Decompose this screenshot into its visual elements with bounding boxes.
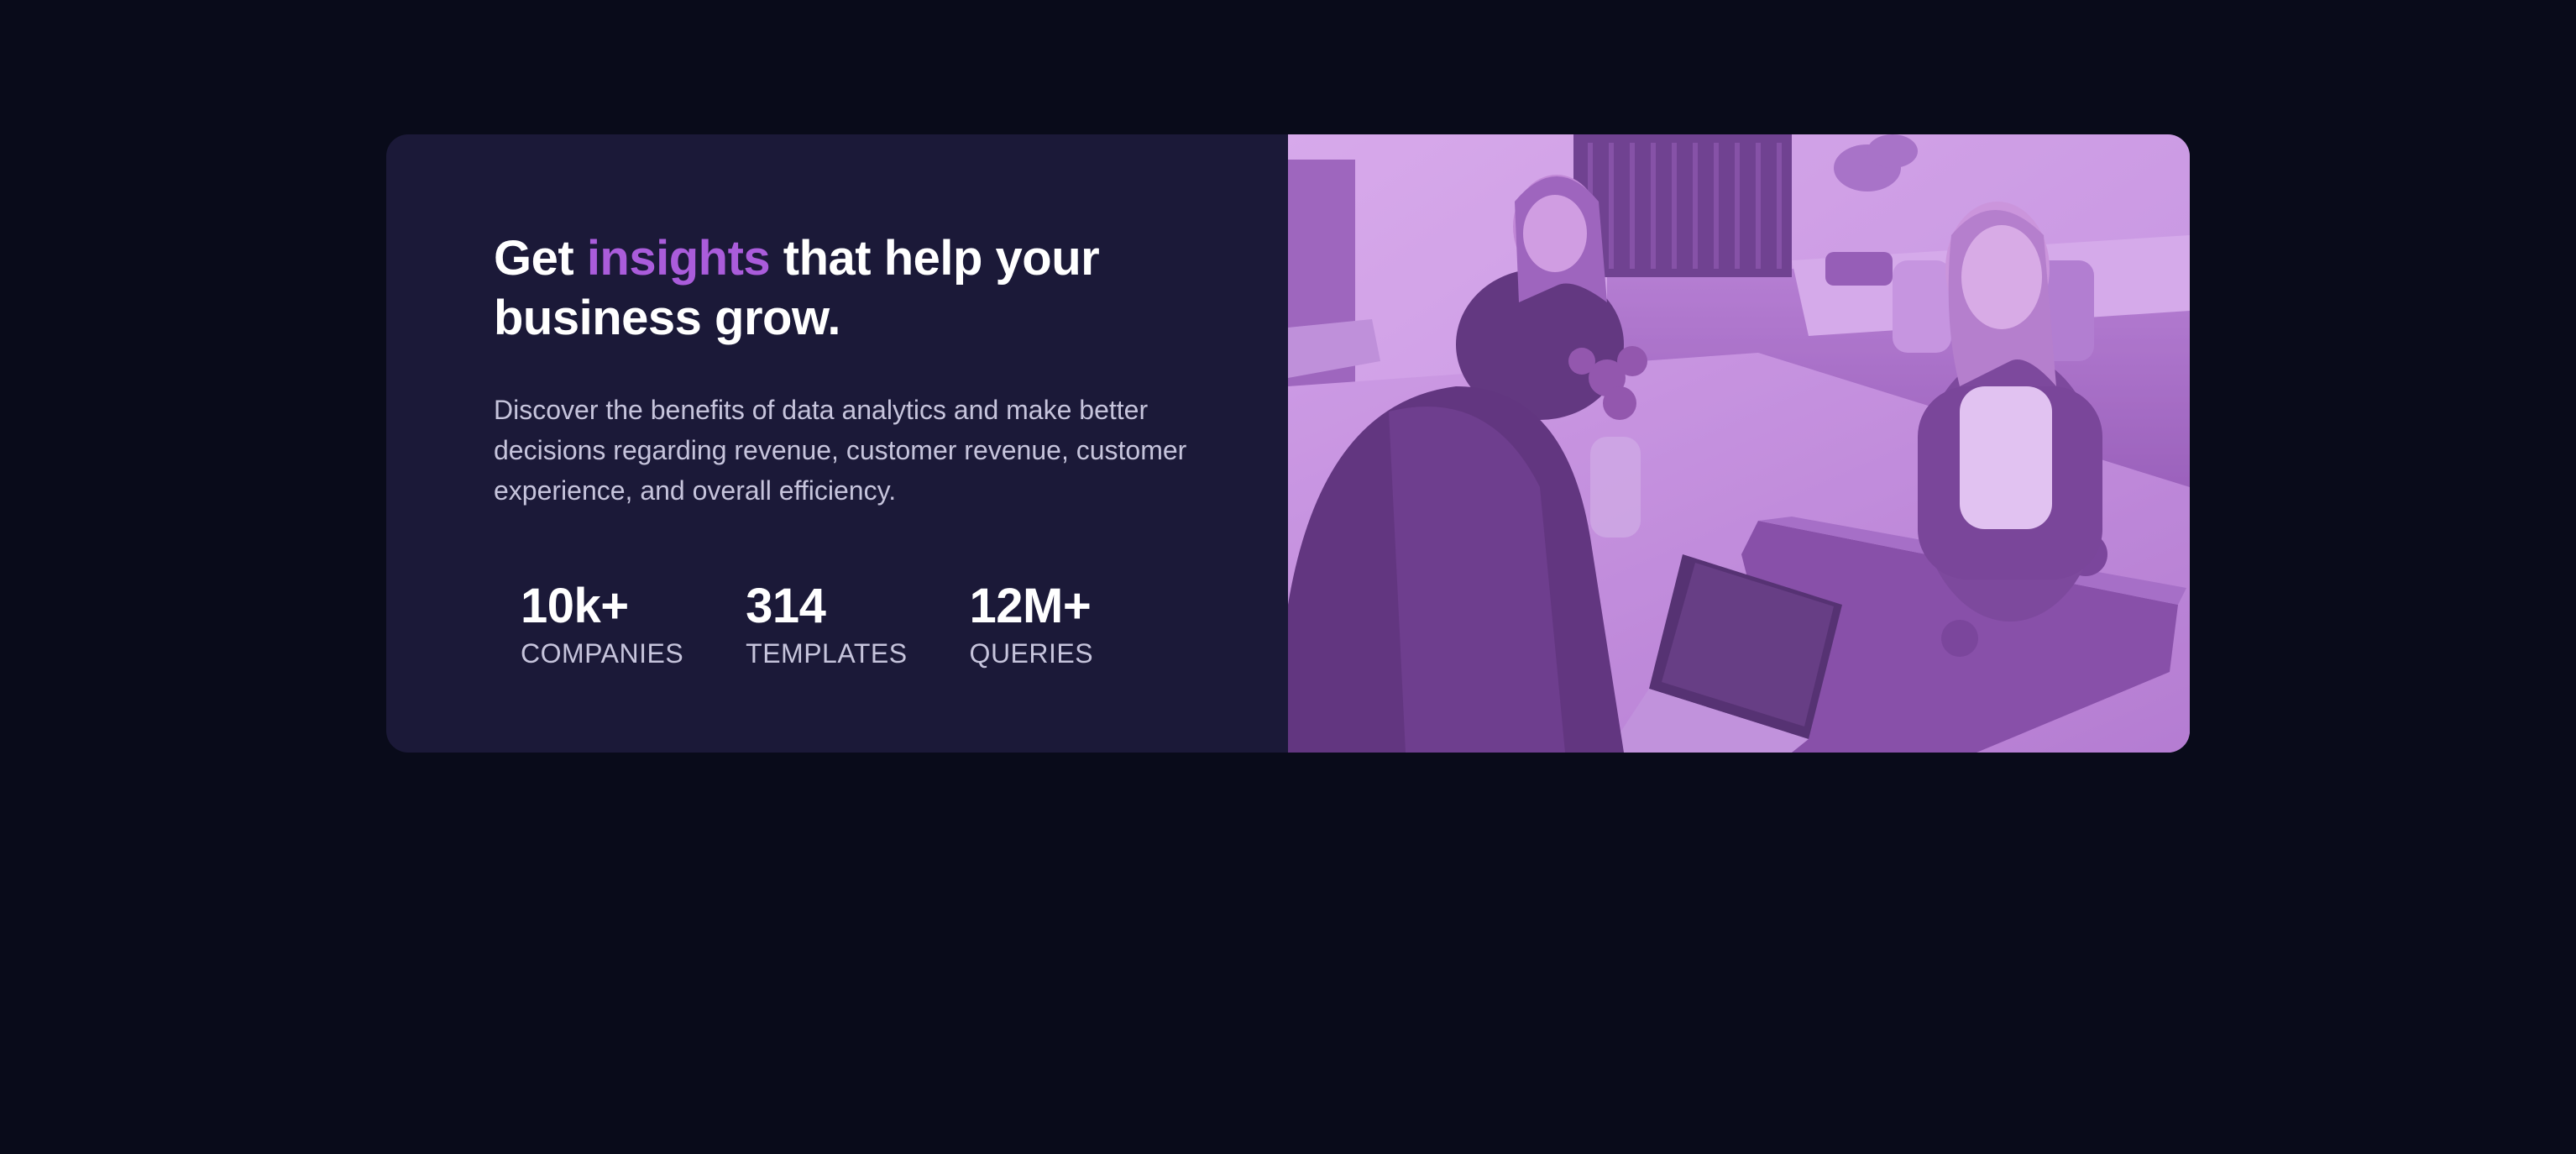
insights-card: Get insights that help your business gro… [386,134,2190,753]
description: Discover the benefits of data analytics … [494,395,1187,506]
stats-row: 10k+ COMPANIES 314 TEMPLATES 12M+ QUERIE… [521,580,1288,672]
office-scene-illustration [1288,134,2190,753]
stat-value: 10k+ [521,579,629,633]
stat-label: QUERIES [969,638,1094,669]
stat-value: 12M+ [969,579,1092,633]
stat-value: 314 [746,579,826,633]
stat-label: COMPANIES [521,638,684,669]
stat-queries: 12M+ QUERIES [970,580,1094,672]
headline: Get insights that help your business gro… [494,228,1182,348]
headline-prefix: Get [494,231,587,286]
stat-companies: 10k+ COMPANIES [521,580,683,672]
stat-label: TEMPLATES [746,638,908,669]
stat-templates: 314 TEMPLATES [746,580,907,672]
headline-accent-word: insights [586,231,771,286]
card-text-section: Get insights that help your business gro… [386,134,1288,753]
office-team-image [1288,134,2190,753]
